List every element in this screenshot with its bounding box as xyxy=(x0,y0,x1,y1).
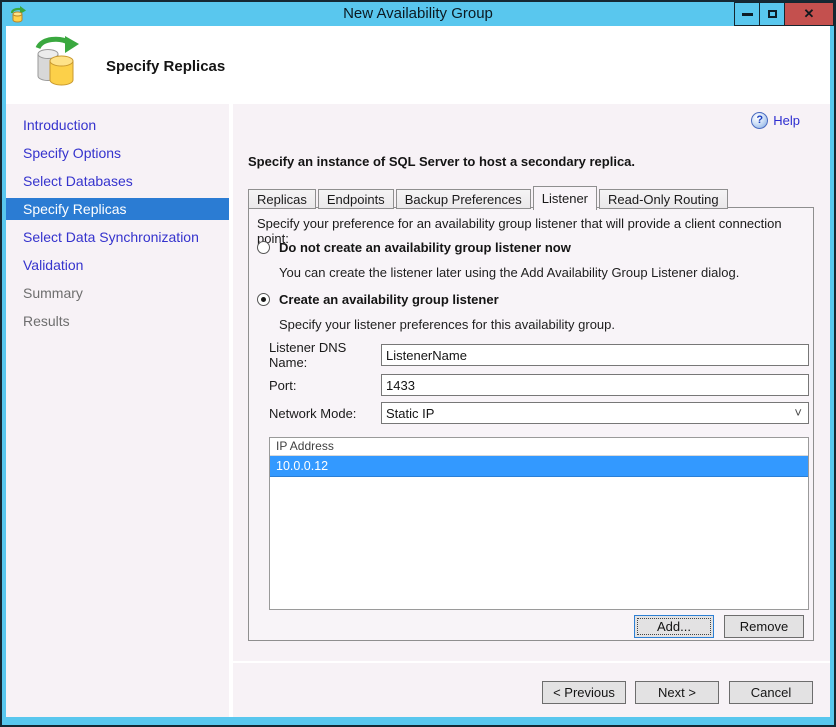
maximize-icon xyxy=(767,10,777,18)
wizard-footer: < Previous Next > Cancel xyxy=(233,661,830,717)
dns-name-input[interactable] xyxy=(381,344,809,366)
port-row: Port: xyxy=(269,374,809,396)
tab-endpoints[interactable]: Endpoints xyxy=(317,189,394,209)
help-link[interactable]: ? Help xyxy=(751,112,800,129)
step-specify-replicas[interactable]: Specify Replicas xyxy=(6,198,229,220)
option-no-listener[interactable]: Do not create an availability group list… xyxy=(257,240,571,255)
tab-read-only-routing[interactable]: Read-Only Routing xyxy=(599,189,728,209)
network-mode-value: Static IP xyxy=(386,405,435,421)
steps-nav: Introduction Specify Options Select Data… xyxy=(6,104,229,335)
wizard-main-pane: ? Help Specify an instance of SQL Server… xyxy=(233,104,830,717)
option-create-listener-label[interactable]: Create an availability group listener xyxy=(279,292,499,307)
network-mode-label: Network Mode: xyxy=(269,405,357,421)
next-button[interactable]: Next > xyxy=(635,681,719,704)
wizard-steps-sidebar: Introduction Specify Options Select Data… xyxy=(6,104,229,717)
option-no-listener-label[interactable]: Do not create an availability group list… xyxy=(279,240,571,255)
option-create-listener[interactable]: Create an availability group listener xyxy=(257,292,499,307)
title-bar[interactable]: New Availability Group ✕ xyxy=(2,2,834,26)
network-mode-row: Network Mode: Static IP ˅ xyxy=(269,402,809,424)
listener-tab-panel: Specify your preference for an availabil… xyxy=(248,207,814,641)
step-results: Results xyxy=(23,313,70,329)
window-title: New Availability Group xyxy=(343,5,493,22)
wizard-body: Introduction Specify Options Select Data… xyxy=(6,104,830,717)
availability-group-icon xyxy=(32,34,82,93)
chevron-down-icon: ˅ xyxy=(794,405,802,420)
tab-replicas[interactable]: Replicas xyxy=(248,189,316,209)
port-label: Port: xyxy=(269,377,297,393)
step-validation[interactable]: Validation xyxy=(6,251,229,279)
close-icon: ✕ xyxy=(803,6,815,21)
dns-name-label: Listener DNS Name: xyxy=(269,340,347,370)
ip-address-column-header[interactable]: IP Address xyxy=(270,438,808,456)
wizard-header: Specify Replicas xyxy=(6,26,830,104)
previous-button[interactable]: < Previous xyxy=(542,681,626,704)
page-title: Specify Replicas xyxy=(106,58,226,75)
instruction-heading: Specify an instance of SQL Server to hos… xyxy=(248,154,636,169)
tab-backup-preferences[interactable]: Backup Preferences xyxy=(395,189,531,209)
add-button[interactable]: Add... xyxy=(634,615,714,638)
step-select-databases[interactable]: Select Databases xyxy=(6,167,229,195)
help-label: Help xyxy=(773,113,800,128)
step-introduction[interactable]: Introduction xyxy=(6,111,229,139)
dns-name-row: Listener DNS Name: xyxy=(269,340,809,370)
minimize-icon xyxy=(741,12,753,16)
tab-strip: Replicas Endpoints Backup Preferences Li… xyxy=(248,186,730,210)
network-mode-select[interactable]: Static IP ˅ xyxy=(381,402,809,424)
cancel-button[interactable]: Cancel xyxy=(729,681,813,704)
maximize-button[interactable] xyxy=(759,2,785,26)
tab-listener[interactable]: Listener xyxy=(532,186,598,210)
help-icon: ? xyxy=(751,112,769,129)
step-select-data-synchronization[interactable]: Select Data Synchronization xyxy=(6,223,229,251)
radio-create-listener[interactable] xyxy=(257,293,270,306)
step-specify-options[interactable]: Specify Options xyxy=(6,139,229,167)
radio-no-listener[interactable] xyxy=(257,241,270,254)
close-button[interactable]: ✕ xyxy=(784,2,834,26)
ip-address-list[interactable]: IP Address 10.0.0.12 xyxy=(269,437,809,610)
port-input[interactable] xyxy=(381,374,809,396)
window-controls: ✕ xyxy=(734,2,834,26)
ip-address-row[interactable]: 10.0.0.12 xyxy=(270,456,808,477)
remove-button[interactable]: Remove xyxy=(724,615,804,638)
option-no-listener-description: You can create the listener later using … xyxy=(279,265,740,280)
option-create-listener-description: Specify your listener preferences for th… xyxy=(279,317,615,332)
step-summary: Summary xyxy=(23,285,83,301)
minimize-button[interactable] xyxy=(734,2,760,26)
wizard-window: New Availability Group ✕ Specify Replica… xyxy=(0,0,836,727)
